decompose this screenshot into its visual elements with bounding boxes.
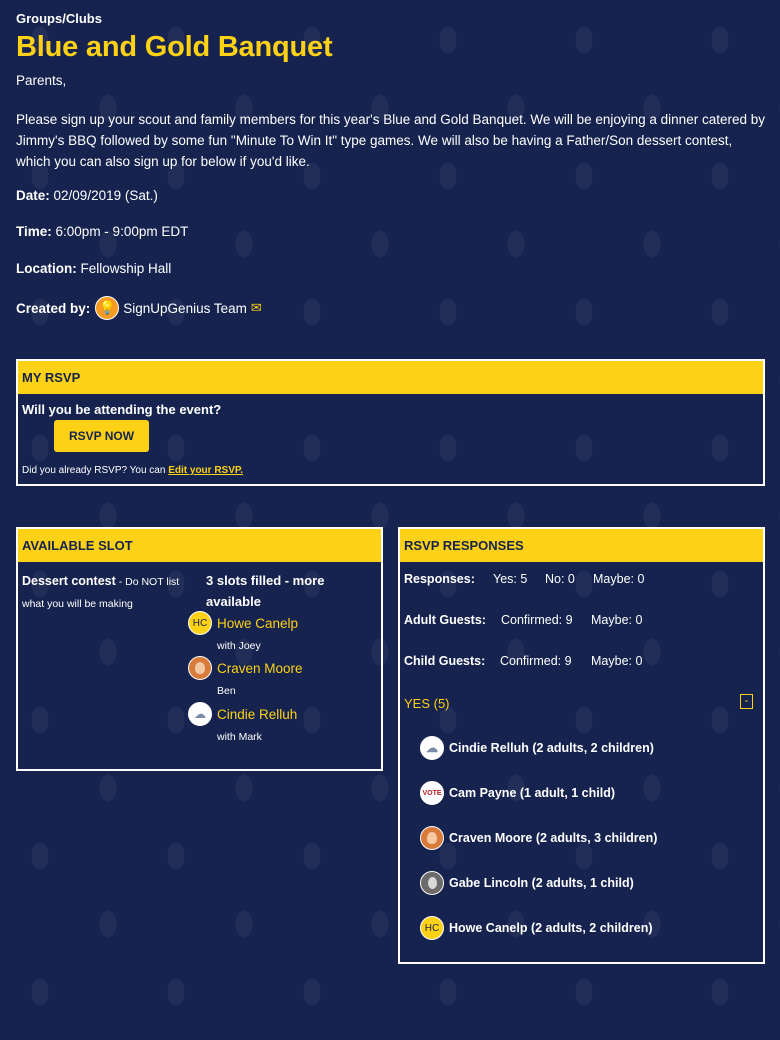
response-text: Howe Canelp (2 adults, 2 children): [449, 921, 653, 935]
signup-name[interactable]: Cindie Relluh: [217, 707, 297, 722]
vote-icon: VOTE: [420, 781, 444, 805]
rsvp-now-button[interactable]: RSVP NOW: [54, 420, 149, 452]
creator-name: SignUpGenius Team: [123, 300, 247, 316]
page-category: Groups/Clubs: [16, 11, 102, 26]
portrait-icon: [420, 871, 444, 895]
avatar: HC: [188, 611, 212, 635]
rsvp-question: Will you be attending the event?: [22, 402, 222, 417]
list-item: HC Howe Canelp (2 adults, 2 children): [420, 916, 653, 940]
signup-entry: Craven Moore Ben: [188, 656, 303, 697]
signup-name[interactable]: Craven Moore: [217, 661, 303, 676]
signup-note: with Mark: [217, 731, 262, 743]
stat-no: No: 0: [545, 572, 575, 586]
list-item: ☁ Cindie Relluh (2 adults, 2 children): [420, 736, 654, 760]
yes-group-label[interactable]: YES (5): [404, 696, 450, 711]
location-label: Location:: [16, 261, 77, 276]
stat-confirmed: Confirmed: 9: [500, 654, 572, 668]
page-title: Blue and Gold Banquet: [16, 31, 333, 63]
my-rsvp-panel: MY RSVP Will you be attending the event?…: [16, 359, 765, 486]
slot-description: Dessert contest - Do NOT list what you w…: [22, 571, 200, 615]
response-text: Gabe Lincoln (2 adults, 1 child): [449, 876, 634, 890]
response-text: Craven Moore (2 adults, 3 children): [449, 831, 658, 845]
stat-label: Responses:: [404, 572, 475, 586]
location-value: Fellowship Hall: [80, 261, 172, 276]
response-text: Cindie Relluh (2 adults, 2 children): [449, 741, 654, 755]
envelope-icon[interactable]: ✉: [251, 300, 262, 316]
event-date: Date: 02/09/2019 (Sat.): [16, 188, 158, 203]
stat-yes: Yes: 5: [493, 572, 528, 586]
slots-filled-status: 3 slots filled - more available: [206, 573, 325, 609]
adult-guests-summary: Adult Guests: Confirmed: 9 Maybe: 0: [404, 613, 642, 627]
time-value: 6:00pm - 9:00pm EDT: [55, 224, 189, 239]
cloud-icon: ☁: [420, 736, 444, 760]
signup-note: Ben: [217, 685, 236, 697]
cloud-icon: ☁: [188, 702, 212, 726]
signup-note: with Joey: [217, 640, 261, 652]
stat-confirmed: Confirmed: 9: [501, 613, 573, 627]
person-icon: [188, 656, 212, 680]
collapse-button[interactable]: -: [740, 694, 753, 709]
stat-label: Adult Guests:: [404, 613, 486, 627]
time-label: Time:: [16, 224, 52, 239]
child-guests-summary: Child Guests: Confirmed: 9 Maybe: 0: [404, 654, 642, 668]
avatar: HC: [420, 916, 444, 940]
rsvp-responses-panel: RSVP RESPONSES Responses: Yes: 5 No: 0 M…: [398, 527, 765, 964]
greeting-text: Parents,: [16, 73, 67, 88]
signup-entry: ☁ Cindie Relluh with Mark: [188, 702, 297, 743]
stat-label: Child Guests:: [404, 654, 486, 668]
signup-entry: HC Howe Canelp with Joey: [188, 611, 298, 652]
signup-name[interactable]: Howe Canelp: [217, 616, 298, 631]
responses-summary: Responses: Yes: 5 No: 0 Maybe: 0: [404, 572, 644, 586]
lightbulb-icon: 💡: [95, 296, 120, 320]
list-item: Gabe Lincoln (2 adults, 1 child): [420, 871, 634, 895]
edit-rsvp-link[interactable]: Edit your RSVP.: [168, 465, 243, 476]
stat-maybe: Maybe: 0: [593, 572, 645, 586]
available-slot-heading: AVAILABLE SLOT: [18, 529, 381, 562]
list-item: VOTE Cam Payne (1 adult, 1 child): [420, 781, 615, 805]
event-description: Please sign up your scout and family mem…: [16, 112, 765, 169]
rsvp-note: Did you already RSVP? You can Edit your …: [22, 465, 243, 476]
response-text: Cam Payne (1 adult, 1 child): [449, 786, 616, 800]
rsvp-responses-heading: RSVP RESPONSES: [400, 529, 763, 562]
stat-maybe: Maybe: 0: [591, 654, 643, 668]
event-location: Location: Fellowship Hall: [16, 261, 171, 276]
rsvp-note-text: Did you already RSVP? You can: [22, 465, 169, 476]
slot-name: Dessert contest: [22, 574, 116, 588]
stat-maybe: Maybe: 0: [591, 613, 643, 627]
event-time: Time: 6:00pm - 9:00pm EDT: [16, 224, 188, 239]
list-item: Craven Moore (2 adults, 3 children): [420, 826, 657, 850]
date-value: 02/09/2019 (Sat.): [53, 188, 158, 203]
event-creator: Created by: 💡 SignUpGenius Team ✉: [16, 296, 262, 320]
created-label: Created by:: [16, 300, 91, 316]
date-label: Date:: [16, 188, 50, 203]
my-rsvp-heading: MY RSVP: [18, 361, 763, 394]
person-icon: [420, 826, 444, 850]
